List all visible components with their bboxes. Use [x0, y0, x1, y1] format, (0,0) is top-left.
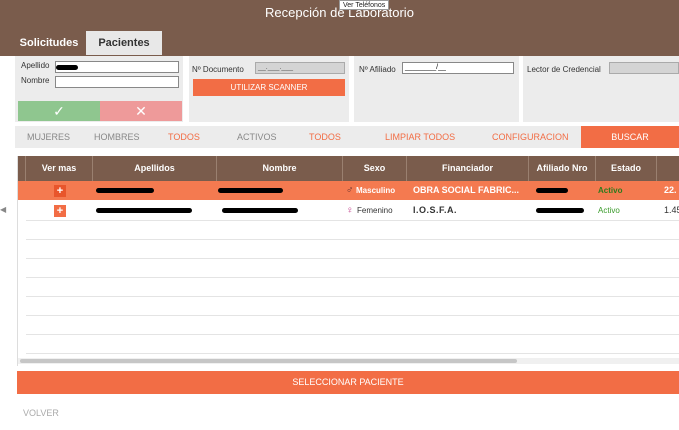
grid-line: [26, 277, 679, 278]
scanner-button[interactable]: UTILIZAR SCANNER: [193, 79, 345, 96]
redaction-mark: [536, 188, 568, 193]
credential-panel: Lector de Credencial: [523, 56, 679, 122]
afiliado-input[interactable]: ________/__: [402, 62, 514, 74]
grid-line: [26, 258, 679, 259]
grid-line: [26, 239, 679, 240]
scrollbar-thumb[interactable]: [20, 359, 517, 363]
tooltip-ver-telefonos: Ver Teléfonos: [339, 0, 390, 10]
estado-cell: Activo: [598, 206, 620, 215]
redaction-mark: [96, 208, 192, 213]
male-icon: ♂: [346, 185, 354, 196]
apellido-label: Apellido: [21, 61, 50, 70]
afiliado-label: Nº Afiliado: [359, 65, 396, 74]
seleccionar-paciente-button[interactable]: SELECCIONAR PACIENTE: [17, 371, 679, 394]
female-icon: ♀: [346, 205, 354, 216]
table-row[interactable]: + ♀ Femenino I.O.S.F.A. Activo 1.45: [18, 201, 679, 220]
filter-mujeres[interactable]: MUJERES: [27, 132, 70, 142]
header-spacer: [18, 156, 26, 181]
collapse-arrow-icon[interactable]: ◀: [0, 205, 6, 214]
documento-input[interactable]: __.___.___: [255, 62, 345, 74]
col-estado[interactable]: Estado: [596, 156, 657, 181]
col-nombre[interactable]: Nombre: [217, 156, 343, 181]
tab-pacientes[interactable]: Pacientes: [86, 31, 162, 55]
apellido-input[interactable]: [55, 61, 179, 73]
grid-line: [26, 296, 679, 297]
credencial-label: Lector de Credencial: [527, 65, 601, 74]
credencial-input[interactable]: [609, 62, 679, 74]
col-extra: [657, 156, 679, 181]
nombre-input[interactable]: [55, 76, 179, 88]
redaction-mark: [222, 208, 298, 213]
col-ver-mas: Ver mas: [26, 156, 93, 181]
financiador-cell: I.O.S.F.A.: [413, 205, 458, 215]
col-financiador[interactable]: Financiador: [407, 156, 529, 181]
tab-bar: Solicitudes Pacientes: [0, 26, 679, 56]
redaction-mark: [218, 188, 283, 193]
col-apellidos[interactable]: Apellidos: [93, 156, 217, 181]
filter-hombres[interactable]: HOMBRES: [94, 132, 140, 142]
limpiar-todos-button[interactable]: LIMPIAR TODOS: [385, 132, 455, 142]
confirm-button[interactable]: ✓: [18, 101, 100, 121]
financiador-cell: OBRA SOCIAL FABRIC...: [413, 185, 520, 195]
filter-bar: MUJERES HOMBRES TODOS ACTIVOS TODOS LIMP…: [15, 126, 679, 148]
patients-grid: Ver mas Apellidos Nombre Sexo Financiado…: [17, 156, 679, 366]
grid-line: [26, 220, 679, 221]
filter-todos-sexo[interactable]: TODOS: [168, 132, 200, 142]
nombre-label: Nombre: [21, 76, 50, 85]
volver-button[interactable]: VOLVER: [23, 408, 59, 418]
redaction-mark: [96, 188, 154, 193]
extra-cell: 22.: [664, 185, 677, 195]
redaction-mark: [536, 208, 584, 213]
sexo-cell: Masculino: [356, 186, 396, 195]
table-row[interactable]: + ♂ Masculino OBRA SOCIAL FABRIC... Acti…: [18, 181, 679, 200]
clear-button[interactable]: ✕: [100, 101, 182, 121]
expand-row-icon[interactable]: +: [54, 205, 66, 217]
buscar-button[interactable]: BUSCAR: [581, 126, 679, 148]
grid-header: Ver mas Apellidos Nombre Sexo Financiado…: [18, 156, 679, 181]
configuracion-button[interactable]: CONFIGURACION: [492, 132, 569, 142]
afiliado-panel: Nº Afiliado ________/__: [354, 56, 519, 122]
extra-cell: 1.45: [664, 205, 679, 215]
filter-todos-estado[interactable]: TODOS: [309, 132, 341, 142]
redaction-mark: [56, 65, 78, 70]
col-afiliado[interactable]: Afiliado Nro: [529, 156, 596, 181]
documento-label: Nº Documento: [192, 65, 244, 74]
estado-cell: Activo: [598, 186, 623, 195]
grid-line: [26, 334, 679, 335]
filter-activos[interactable]: ACTIVOS: [237, 132, 277, 142]
grid-line: [26, 353, 679, 354]
expand-row-icon[interactable]: +: [54, 185, 66, 197]
grid-line: [26, 315, 679, 316]
tab-solicitudes[interactable]: Solicitudes: [12, 31, 86, 55]
sexo-cell: Femenino: [357, 206, 393, 215]
col-sexo[interactable]: Sexo: [343, 156, 407, 181]
